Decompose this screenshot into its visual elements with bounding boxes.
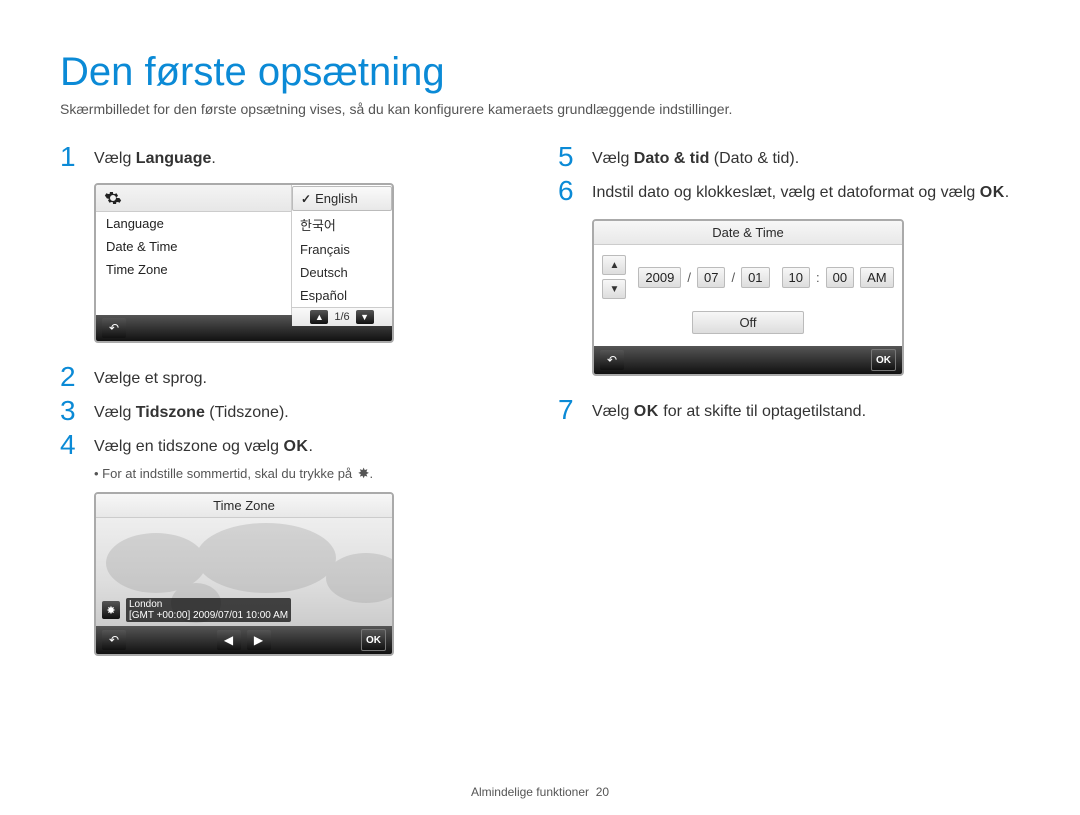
back-button[interactable]: ↶ bbox=[102, 318, 126, 338]
dst-icon[interactable] bbox=[102, 601, 120, 619]
step-7: 7 Vælg OK for at skifte til optagetilsta… bbox=[558, 396, 1020, 424]
prev-button[interactable]: ◀ bbox=[217, 630, 241, 650]
pager-up-icon[interactable]: ▲ bbox=[310, 310, 328, 324]
step-number: 5 bbox=[558, 143, 580, 171]
spin-down-button[interactable]: ▼ bbox=[602, 279, 626, 299]
spin-up-button[interactable]: ▲ bbox=[602, 255, 626, 275]
back-button[interactable]: ↶ bbox=[102, 630, 126, 650]
step-text: Vælg bbox=[94, 150, 136, 167]
ok-label: OK bbox=[634, 403, 659, 420]
menu-item-language[interactable]: Language bbox=[96, 212, 291, 235]
pager-down-icon[interactable]: ▼ bbox=[356, 310, 374, 324]
step-text: Vælg bbox=[94, 404, 136, 421]
step-number: 3 bbox=[60, 397, 82, 425]
lang-option-spanish[interactable]: Español bbox=[292, 284, 392, 307]
intro-text: Skærmbilledet for den første opsætning v… bbox=[60, 101, 1020, 117]
ampm-value[interactable]: AM bbox=[860, 267, 894, 288]
step-number: 4 bbox=[60, 431, 82, 459]
step-text: Vælg en tidszone og vælg bbox=[94, 438, 283, 455]
step-text: Vælg bbox=[592, 403, 634, 420]
language-screen: Language Date & Time Time Zone English 한… bbox=[94, 183, 394, 343]
step-text: (Tidszone). bbox=[205, 404, 289, 421]
minute-value[interactable]: 00 bbox=[826, 267, 854, 288]
page-title: Den første opsætning bbox=[60, 50, 1020, 95]
datetime-screen: Date & Time ▲ ▼ 2009 / 07 / 01 10 bbox=[592, 219, 904, 376]
world-map[interactable]: London [GMT +00:00] 2009/07/01 10:00 AM bbox=[96, 518, 392, 626]
step-text: (Dato & tid). bbox=[709, 150, 799, 167]
menu-item-timezone[interactable]: Time Zone bbox=[96, 258, 291, 281]
step-6: 6 Indstil dato og klokkeslæt, vælg et da… bbox=[558, 177, 1020, 205]
separator: / bbox=[687, 270, 691, 285]
separator: : bbox=[816, 270, 820, 285]
ok-button[interactable]: OK bbox=[871, 349, 896, 371]
step-text: for at skifte til optagetilstand. bbox=[659, 403, 866, 420]
step-bold: Tidszone bbox=[136, 404, 205, 421]
timezone-title: Time Zone bbox=[96, 494, 392, 518]
step-4-note: • For at indstille sommertid, skal du tr… bbox=[94, 465, 522, 482]
timezone-city: London bbox=[129, 599, 162, 610]
step-text: . bbox=[1005, 184, 1009, 201]
page-footer: Almindelige funktioner 20 bbox=[0, 785, 1080, 799]
timezone-detail: [GMT +00:00] 2009/07/01 10:00 AM bbox=[129, 610, 288, 621]
step-number: 1 bbox=[60, 143, 82, 171]
timezone-screen: Time Zone London [GMT +00:00] 2009/07/01… bbox=[94, 492, 394, 656]
step-1: 1 Vælg Language. bbox=[60, 143, 522, 171]
lang-pager: ▲ 1/6 ▼ bbox=[292, 307, 392, 326]
lang-option-french[interactable]: Français bbox=[292, 238, 392, 261]
step-bold: Dato & tid bbox=[634, 150, 710, 167]
lang-option-korean[interactable]: 한국어 bbox=[292, 211, 392, 238]
step-5: 5 Vælg Dato & tid (Dato & tid). bbox=[558, 143, 1020, 171]
hour-value[interactable]: 10 bbox=[782, 267, 810, 288]
step-number: 7 bbox=[558, 396, 580, 424]
step-text: . bbox=[211, 150, 215, 167]
step-number: 2 bbox=[60, 363, 82, 391]
check-icon bbox=[301, 191, 311, 206]
step-number: 6 bbox=[558, 177, 580, 205]
pager-label: 1/6 bbox=[334, 311, 349, 323]
datetime-title: Date & Time bbox=[594, 221, 902, 245]
step-3: 3 Vælg Tidszone (Tidszone). bbox=[60, 397, 522, 425]
ok-label: OK bbox=[283, 438, 308, 455]
gear-icon bbox=[96, 185, 291, 212]
ok-button[interactable]: OK bbox=[361, 629, 386, 651]
year-value[interactable]: 2009 bbox=[638, 267, 681, 288]
separator: / bbox=[731, 270, 735, 285]
step-text: Indstil dato og klokkeslæt, vælg et dato… bbox=[592, 184, 980, 201]
step-text: . bbox=[308, 438, 312, 455]
menu-item-datetime[interactable]: Date & Time bbox=[96, 235, 291, 258]
step-2: 2 Vælge et sprog. bbox=[60, 363, 522, 391]
date-format-button[interactable]: Off bbox=[692, 311, 804, 334]
step-text: Vælge et sprog. bbox=[94, 363, 207, 391]
step-4: 4 Vælg en tidszone og vælg OK. bbox=[60, 431, 522, 459]
ok-label: OK bbox=[980, 184, 1005, 201]
month-value[interactable]: 07 bbox=[697, 267, 725, 288]
next-button[interactable]: ▶ bbox=[247, 630, 271, 650]
step-text: Vælg bbox=[592, 150, 634, 167]
back-button[interactable]: ↶ bbox=[600, 350, 624, 370]
step-bold: Language bbox=[136, 150, 212, 167]
day-value[interactable]: 01 bbox=[741, 267, 769, 288]
sun-icon bbox=[356, 466, 370, 481]
lang-option-english[interactable]: English bbox=[292, 186, 392, 211]
lang-option-german[interactable]: Deutsch bbox=[292, 261, 392, 284]
